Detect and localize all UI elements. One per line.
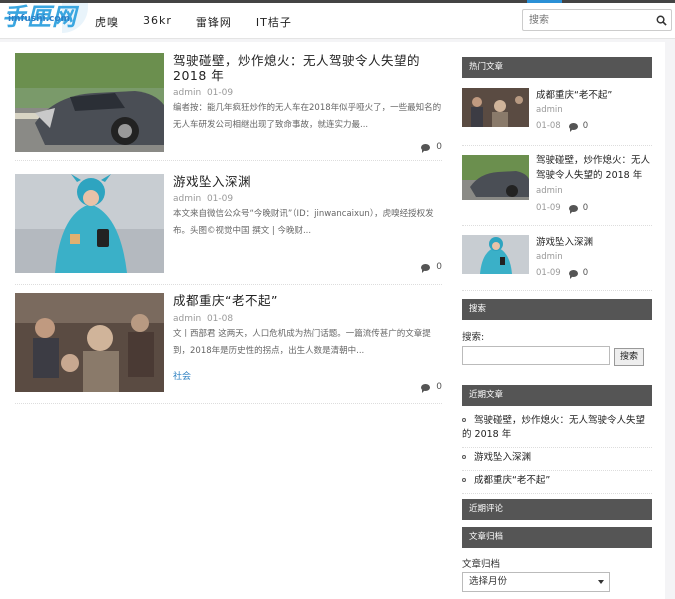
recent-post-title[interactable]: 游戏坠入深渊 [474,452,531,463]
article-excerpt: 文丨西部君 这两天，人口危机成为热门话题。一篇流传甚广的文章提到，2018年是历… [173,329,431,356]
article-author[interactable]: admin [173,88,201,98]
comment-count: 0 [582,121,589,131]
article-title[interactable]: 成都重庆“老不起” [173,293,278,308]
hot-article-title[interactable]: 游戏坠入深渊 [536,235,656,250]
hot-article-author[interactable]: admin [536,252,563,262]
article-date: 01-08 [206,314,234,324]
comment-count: 0 [582,203,589,213]
hot-article-author[interactable]: admin [536,186,563,196]
comment-icon [421,383,431,393]
article-comments[interactable]: 0 [421,382,442,393]
article-excerpt: 编者按：能几年疯狂炒作的无人车在2018年似乎哑火了，一些最知名的无人车研发公司… [173,103,442,130]
comment-count: 0 [436,262,442,272]
recent-post-item[interactable]: 成都重庆“老不起” [462,474,652,494]
article-date: 01-09 [206,88,234,98]
recent-post-item[interactable]: 游戏坠入深渊 [462,451,652,471]
recent-post-title[interactable]: 驾驶碰壁，炒作熄火：无人驾驶令人失望的 2018 年 [462,415,645,440]
logo-domain: imfushi.com [8,14,70,24]
article-item: 游戏坠入深渊 admin 01-09 本文来自微信公众号“今晚财讯”（ID：ji… [15,174,442,285]
article-title[interactable]: 驾驶碰壁，炒作熄火：无人驾驶令人失望的 2018 年 [173,53,442,83]
comment-count: 0 [436,142,442,152]
comment-icon [421,143,431,153]
hot-article-author[interactable]: admin [536,105,563,115]
sidebar-search-label: 搜索: [462,332,485,343]
archive-select-value: 选择月份 [469,576,508,587]
header-search [522,9,672,31]
hot-article-meta: 01-09 0 [536,203,589,214]
article-author[interactable]: admin [173,314,201,324]
comment-icon [568,122,578,132]
recent-comments-heading: 近期评论 [462,499,652,520]
article-excerpt: 本文来自微信公众号“今晚财讯”（ID：jinwancaixun），虎嗅经授权发布… [173,209,434,236]
hot-thumbnail-elderly-people[interactable] [462,88,529,127]
hot-article-item: 成都重庆“老不起” admin 01-08 0 [462,88,652,146]
search-icon[interactable] [656,15,667,26]
bullet-icon [462,455,466,459]
hot-article-title[interactable]: 驾驶碰壁，炒作熄火：无人驾驶令人失望的 2018 年 [536,153,656,183]
comment-count: 0 [436,382,442,392]
archive-month-select[interactable]: 选择月份 [462,572,610,592]
article-meta: admin 01-08 [173,314,233,324]
hot-article-date: 01-08 [536,121,561,131]
nav-item-huxiu[interactable]: 虎嗅 [95,14,119,30]
article-thumbnail-child-phone[interactable] [15,174,164,273]
bullet-icon [462,418,466,422]
sidebar-search-button[interactable]: 搜索 [614,348,644,366]
hot-article-date: 01-09 [536,268,561,278]
article-meta: admin 01-09 [173,194,233,204]
header: 手匣网 imfushi.com 虎嗅 36kr 雷锋网 IT桔子 [0,3,675,39]
bullet-icon [462,478,466,482]
hot-article-item: 游戏坠入深渊 admin 01-09 0 [462,235,652,291]
article-title[interactable]: 游戏坠入深渊 [173,174,251,189]
chevron-down-icon [598,580,604,584]
hot-article-meta: 01-08 0 [536,121,589,132]
comment-icon [568,204,578,214]
site-logo[interactable]: 手匣网 imfushi.com [0,0,88,33]
article-item: 成都重庆“老不起” admin 01-08 文丨西部君 这两天，人口危机成为热门… [15,293,442,404]
hot-article-date: 01-09 [536,203,561,213]
sidebar-search-input[interactable] [462,346,610,365]
hot-articles-heading: 热门文章 [462,57,652,78]
article-comments[interactable]: 0 [421,142,442,153]
article-item: 驾驶碰壁，炒作熄火：无人驾驶令人失望的 2018 年 admin 01-09 编… [15,53,442,161]
hot-thumbnail-car-crash[interactable] [462,155,529,200]
article-thumbnail-car-crash[interactable] [15,53,164,152]
main-nav: 虎嗅 36kr 雷锋网 IT桔子 [95,14,316,30]
archive-label: 文章归档 [462,559,501,570]
hot-thumbnail-child-phone[interactable] [462,235,529,274]
nav-item-itjuzi[interactable]: IT桔子 [256,14,292,30]
comment-count: 0 [582,268,589,278]
article-tag[interactable]: 社会 [173,369,191,382]
nav-item-36kr[interactable]: 36kr [143,14,172,30]
nav-item-leiphone[interactable]: 雷锋网 [196,14,232,30]
article-author[interactable]: admin [173,194,201,204]
recent-post-item[interactable]: 驾驶碰壁，炒作熄火：无人驾驶令人失望的 2018 年 [462,414,652,448]
search-input[interactable] [523,10,651,30]
article-meta: admin 01-09 [173,88,233,98]
recent-post-title[interactable]: 成都重庆“老不起” [474,475,550,486]
hot-article-title[interactable]: 成都重庆“老不起” [536,88,656,103]
article-date: 01-09 [206,194,234,204]
article-comments[interactable]: 0 [421,262,442,273]
hot-article-meta: 01-09 0 [536,268,589,279]
hot-article-item: 驾驶碰壁，炒作熄火：无人驾驶令人失望的 2018 年 admin 01-09 0 [462,153,652,226]
article-thumbnail-elderly-people[interactable] [15,293,164,392]
search-widget-heading: 搜索 [462,299,652,320]
archive-heading: 文章归档 [462,527,652,548]
comment-icon [421,263,431,273]
recent-posts-heading: 近期文章 [462,385,652,406]
comment-icon [568,269,578,279]
